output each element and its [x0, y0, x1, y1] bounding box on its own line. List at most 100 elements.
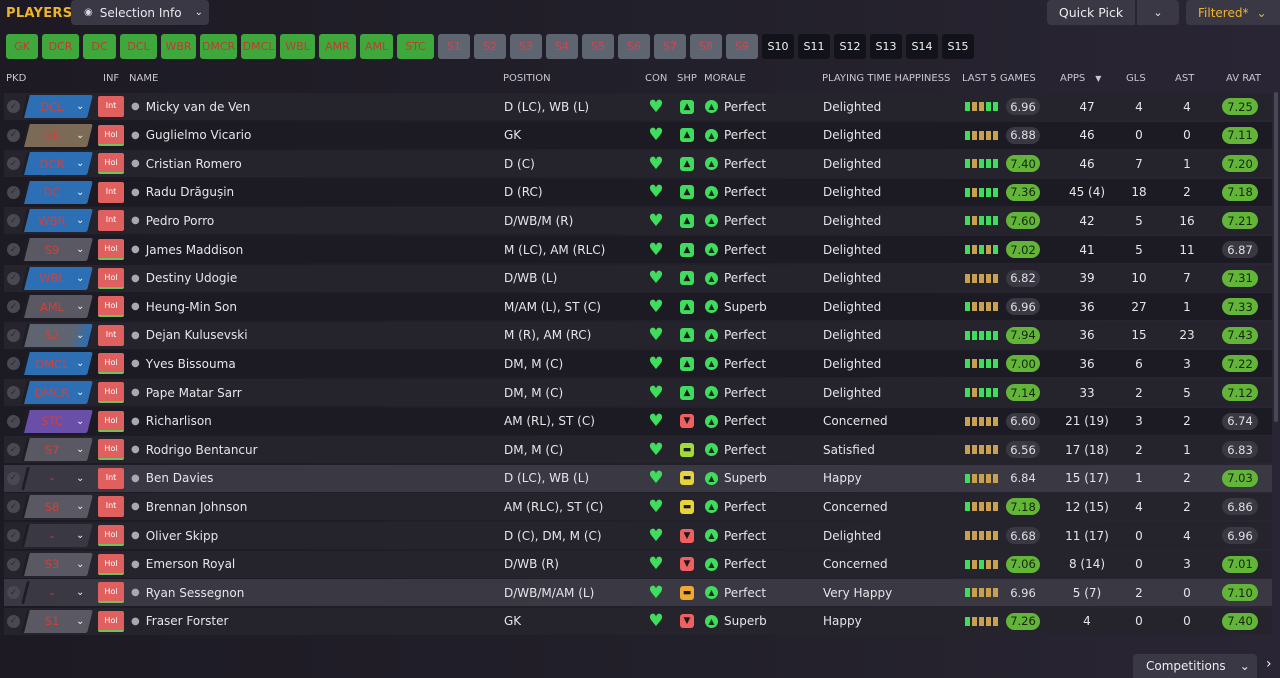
info-badge[interactable]: Int [98, 181, 124, 203]
table-row[interactable]: ✓ S1 ⌄ Hol ● Fraser Forster GK ♥ ▼ ▲ Sup… [4, 607, 1272, 635]
info-badge[interactable]: Int [98, 324, 124, 346]
info-badge[interactable]: Int [98, 210, 124, 232]
position-chip-s2[interactable]: S2 [474, 34, 506, 59]
position-chip-s1[interactable]: S1 [438, 34, 470, 59]
player-name[interactable]: ● Rodrigo Bentancur [131, 436, 258, 463]
picked-check-icon[interactable]: ✓ [7, 357, 20, 371]
player-name[interactable]: ● Emerson Royal [131, 551, 235, 578]
picked-check-icon[interactable]: ✓ [7, 614, 20, 628]
picked-check-icon[interactable]: ✓ [7, 471, 20, 485]
position-chip-s3[interactable]: S3 [510, 34, 542, 59]
player-name[interactable]: ● Ryan Sessegnon [131, 579, 244, 606]
player-name[interactable]: ● Micky van de Ven [131, 93, 250, 120]
player-name[interactable]: ● Heung-Min Son [131, 293, 237, 320]
col-ast[interactable]: AST [1175, 73, 1194, 84]
table-row[interactable]: ✓ DC ⌄ Int ● Radu Drăgușin D (RC) ♥ ▲ ▲ … [4, 178, 1272, 206]
player-name[interactable]: ● Fraser Forster [131, 608, 228, 635]
position-chip-s14[interactable]: S14 [906, 34, 938, 59]
player-name[interactable]: ● Pedro Porro [131, 207, 214, 234]
table-row[interactable]: ✓ STC ⌄ Hol ● Richarlison AM (RL), ST (C… [4, 407, 1272, 435]
player-name[interactable]: ● James Maddison [131, 236, 243, 263]
col-name[interactable]: NAME [129, 73, 158, 84]
info-badge[interactable]: Int [98, 96, 124, 117]
position-chip-dmcr[interactable]: DMCR [200, 34, 237, 59]
table-row[interactable]: ✓ DCL ⌄ Int ● Micky van de Ven D (LC), W… [4, 93, 1272, 120]
position-chip-s6[interactable]: S6 [618, 34, 650, 59]
picked-check-icon[interactable]: ✓ [7, 443, 20, 457]
position-chip-dcl[interactable]: DCL [120, 34, 157, 59]
table-row[interactable]: ✓ S9 ⌄ Hol ● James Maddison M (LC), AM (… [4, 236, 1272, 263]
position-chip-s13[interactable]: S13 [870, 34, 902, 59]
col-last-5-games[interactable]: LAST 5 GAMES [962, 73, 1036, 84]
col-con[interactable]: CON [645, 73, 667, 84]
info-badge[interactable]: Hol [98, 239, 124, 260]
info-badge[interactable]: Hol [98, 553, 124, 575]
info-badge[interactable]: Hol [98, 525, 124, 546]
picked-check-icon[interactable]: ✓ [7, 100, 20, 113]
col-shp[interactable]: SHP [677, 73, 697, 84]
picked-check-icon[interactable]: ✓ [7, 271, 20, 285]
col-av-rat[interactable]: AV RAT [1226, 73, 1261, 84]
position-chip-aml[interactable]: AML [360, 34, 393, 59]
col-playing-time-happiness[interactable]: PLAYING TIME HAPPINESS [822, 73, 950, 84]
player-name[interactable]: ● Pape Matar Sarr [131, 379, 242, 406]
picked-check-icon[interactable]: ✓ [7, 586, 20, 600]
picked-check-icon[interactable]: ✓ [7, 243, 20, 256]
table-row[interactable]: ✓ WBR ⌄ Int ● Pedro Porro D/WB/M (R) ♥ ▲… [4, 207, 1272, 235]
filter-button[interactable]: Filtered* ⌄ [1186, 0, 1280, 25]
info-badge[interactable]: Hol [98, 610, 124, 632]
table-row[interactable]: ✓ S8 ⌄ Int ● Brennan Johnson AM (RLC), S… [4, 493, 1272, 521]
table-row[interactable]: ✓ DMCR ⌄ Hol ● Pape Matar Sarr DM, M (C)… [4, 379, 1272, 406]
position-chip-s7[interactable]: S7 [654, 34, 686, 59]
picked-check-icon[interactable]: ✓ [7, 328, 20, 342]
position-chip-gk[interactable]: GK [6, 34, 38, 59]
col-position[interactable]: POSITION [503, 73, 551, 84]
col-inf[interactable]: INF [103, 73, 119, 84]
table-row[interactable]: ✓ - ⌄ Int ● Ben Davies D (LC), WB (L) ♥ … [4, 464, 1272, 492]
table-row[interactable]: ✓ S7 ⌄ Hol ● Rodrigo Bentancur DM, M (C)… [4, 436, 1272, 464]
vertical-scrollbar[interactable] [1274, 92, 1278, 422]
info-badge[interactable]: Hol [98, 353, 124, 375]
selection-info-button[interactable]: ◉ Selection Info ⌄ [71, 0, 209, 25]
player-name[interactable]: ● Guglielmo Vicario [131, 122, 251, 149]
col-morale[interactable]: MORALE [704, 73, 746, 84]
picked-check-icon[interactable]: ✓ [7, 529, 20, 542]
table-row[interactable]: ✓ AML ⌄ Hol ● Heung-Min Son M/AM (L), ST… [4, 293, 1272, 321]
position-chip-s12[interactable]: S12 [834, 34, 866, 59]
position-chip-s4[interactable]: S4 [546, 34, 578, 59]
info-badge[interactable]: Hol [98, 439, 124, 461]
table-row[interactable]: ✓ DMCL ⌄ Hol ● Yves Bissouma DM, M (C) ♥… [4, 350, 1272, 378]
quick-pick-dropdown[interactable]: ⌄ [1137, 0, 1179, 25]
col-apps[interactable]: APPS ▼ [1060, 73, 1101, 84]
picked-check-icon[interactable]: ✓ [7, 386, 20, 399]
picked-check-icon[interactable]: ✓ [7, 128, 20, 142]
position-chip-dc[interactable]: DC [83, 34, 116, 59]
table-row[interactable]: ✓ GK ⌄ Hol ● Guglielmo Vicario GK ♥ ▲ ▲ … [4, 121, 1272, 149]
info-badge[interactable]: Hol [98, 382, 124, 403]
picked-check-icon[interactable]: ✓ [7, 300, 20, 314]
table-row[interactable]: ✓ - ⌄ Hol ● Ryan Sessegnon D/WB/M/AM (L)… [4, 579, 1272, 607]
player-name[interactable]: ● Destiny Udogie [131, 265, 237, 292]
player-name[interactable]: ● Ben Davies [131, 465, 213, 492]
quick-pick-button[interactable]: Quick Pick [1047, 0, 1135, 25]
picked-check-icon[interactable]: ✓ [7, 500, 20, 514]
info-badge[interactable]: Hol [98, 124, 124, 146]
table-row[interactable]: ✓ S3 ⌄ Hol ● Emerson Royal D/WB (R) ♥ ▼ … [4, 550, 1272, 578]
picked-check-icon[interactable]: ✓ [7, 557, 20, 571]
position-chip-s15[interactable]: S15 [942, 34, 974, 59]
player-name[interactable]: ● Brennan Johnson [131, 493, 247, 520]
position-chip-s5[interactable]: S5 [582, 34, 614, 59]
position-chip-s8[interactable]: S8 [690, 34, 722, 59]
picked-check-icon[interactable]: ✓ [7, 157, 20, 171]
col-pkd[interactable]: PKD [6, 73, 26, 84]
position-chip-wbl[interactable]: WBL [280, 34, 315, 59]
table-row[interactable]: ✓ - ⌄ Hol ● Oliver Skipp D (C), DM, M (C… [4, 522, 1272, 549]
player-name[interactable]: ● Cristian Romero [131, 150, 242, 177]
table-row[interactable]: ✓ WBL ⌄ Hol ● Destiny Udogie D/WB (L) ♥ … [4, 264, 1272, 292]
table-row[interactable]: ✓ S2 ⌄ Int ● Dejan Kulusevski M (R), AM … [4, 321, 1272, 349]
info-badge[interactable]: Hol [98, 153, 124, 175]
player-name[interactable]: ● Richarlison [131, 408, 212, 435]
table-row[interactable]: ✓ DCR ⌄ Hol ● Cristian Romero D (C) ♥ ▲ … [4, 150, 1272, 178]
info-badge[interactable]: Int [98, 467, 124, 489]
col-gls[interactable]: GLS [1126, 73, 1146, 84]
